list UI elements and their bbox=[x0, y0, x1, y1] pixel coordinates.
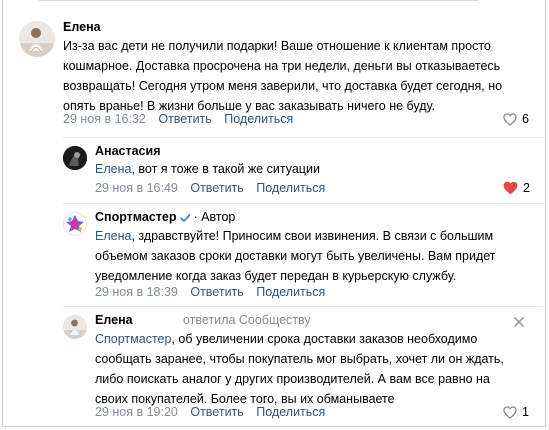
comment-timestamp[interactable]: 29 ноя в 16:32 bbox=[63, 112, 146, 126]
comment-text-line: объемом заказов сроки доставки могут быт… bbox=[95, 249, 496, 263]
comment-text: Елена, вот я тоже в такой же ситуации bbox=[95, 159, 535, 179]
comments-panel: Елена Из-за вас дети не получили подарки… bbox=[2, 0, 546, 427]
like-button[interactable]: 2 bbox=[503, 181, 530, 195]
avatar[interactable] bbox=[63, 212, 87, 236]
top-divider bbox=[39, 0, 479, 1]
avatar-photo bbox=[19, 21, 55, 57]
comment-text-line: кошмарное. Доставка просрочена на три не… bbox=[63, 59, 501, 73]
comment-text-rest: , вот я тоже в такой же ситуации bbox=[131, 162, 320, 176]
heart-outline-icon bbox=[503, 112, 517, 126]
comment-timestamp[interactable]: 29 ноя в 18:39 bbox=[95, 285, 178, 299]
reply-button[interactable]: Ответить bbox=[190, 285, 243, 299]
mention-link[interactable]: Спортмастер bbox=[95, 332, 171, 346]
comment-author[interactable]: Елена bbox=[95, 313, 133, 327]
mention-link[interactable]: Елена bbox=[95, 229, 131, 243]
reply-button[interactable]: Ответить bbox=[190, 181, 243, 195]
comment-text: Из-за вас дети не получили подарки! Ваше… bbox=[63, 36, 533, 116]
comment-meta: 29 ноя в 16:32 Ответить Поделиться bbox=[63, 112, 293, 126]
comment-meta: 29 ноя в 19:20 Ответить Поделиться bbox=[95, 405, 325, 419]
comment-meta: 29 ноя в 16:49 Ответить Поделиться bbox=[95, 181, 325, 195]
share-button[interactable]: Поделиться bbox=[256, 285, 325, 299]
comment-meta: 29 ноя в 18:39 Ответить Поделиться bbox=[95, 285, 325, 299]
avatar-photo bbox=[63, 315, 87, 339]
share-button[interactable]: Поделиться bbox=[256, 181, 325, 195]
comment-text-rest: , здравствуйте! Приносим свои извинения.… bbox=[131, 229, 494, 243]
like-count: 2 bbox=[523, 181, 530, 195]
heart-outline-icon bbox=[503, 405, 517, 419]
like-count: 6 bbox=[522, 112, 529, 126]
comment-text-line: сообщать заранее, чтобы покупатель мог в… bbox=[95, 352, 504, 366]
like-button[interactable]: 6 bbox=[503, 112, 529, 126]
share-button[interactable]: Поделиться bbox=[256, 405, 325, 419]
avatar[interactable] bbox=[19, 21, 55, 57]
comment-text-line: Елена, здравствуйте! Приносим свои извин… bbox=[95, 226, 540, 246]
comment-text: Елена, здравствуйте! Приносим свои извин… bbox=[95, 226, 540, 286]
avatar-photo bbox=[63, 146, 87, 170]
divider bbox=[63, 203, 543, 204]
author-name[interactable]: Спортмастер bbox=[95, 210, 177, 224]
comment-text-rest: , об увеличении срока доставки заказов н… bbox=[171, 332, 478, 346]
heart-filled-icon bbox=[503, 181, 518, 195]
reply-to-label[interactable]: ответила Сообществу bbox=[183, 313, 311, 327]
comment-text-line: возвращать! Сегодня утром меня заверили,… bbox=[63, 79, 503, 93]
comment-text: Спортмастер, об увеличении срока доставк… bbox=[95, 329, 540, 409]
mention-link[interactable]: Елена bbox=[95, 162, 131, 176]
comment-author: Спортмастер · Автор bbox=[95, 210, 235, 224]
avatar[interactable] bbox=[63, 315, 87, 339]
like-count: 1 bbox=[522, 405, 529, 419]
comment-timestamp[interactable]: 29 ноя в 16:49 bbox=[95, 181, 178, 195]
sportmaster-logo-icon bbox=[63, 212, 87, 236]
author-badge: · Автор bbox=[193, 210, 236, 224]
like-button[interactable]: 1 bbox=[503, 405, 529, 419]
comment-author[interactable]: Анастасия bbox=[95, 144, 161, 158]
comment-timestamp[interactable]: 29 ноя в 19:20 bbox=[95, 405, 178, 419]
close-icon[interactable] bbox=[513, 316, 525, 328]
divider bbox=[63, 137, 543, 138]
divider bbox=[63, 306, 543, 307]
comment-text-line: уведомление когда заказ будет передан в … bbox=[95, 269, 457, 283]
comment-text-line: либо поискать аналог у других производит… bbox=[95, 372, 490, 386]
share-button[interactable]: Поделиться bbox=[224, 112, 293, 126]
reply-button[interactable]: Ответить bbox=[190, 405, 243, 419]
verified-check-icon bbox=[179, 213, 190, 222]
comment-text-line: Спортмастер, об увеличении срока доставк… bbox=[95, 329, 540, 349]
comment-text-line: Из-за вас дети не получили подарки! Ваше… bbox=[63, 39, 491, 53]
avatar[interactable] bbox=[63, 146, 87, 170]
comment-author[interactable]: Елена bbox=[63, 20, 101, 34]
reply-button[interactable]: Ответить bbox=[158, 112, 211, 126]
